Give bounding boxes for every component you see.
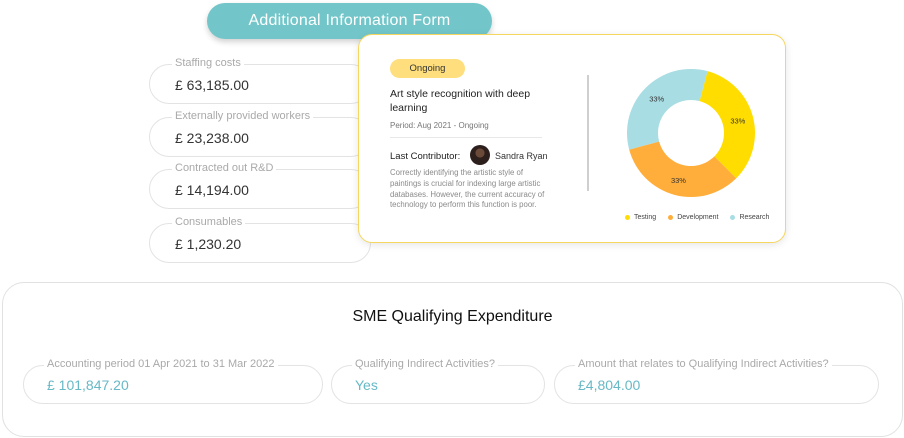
sme-title: SME Qualifying Expenditure [352, 308, 553, 325]
contracted-rd-value: £ 14,194.00 [175, 182, 249, 198]
contracted-rd-field[interactable]: Contracted out R&D £ 14,194.00 [149, 162, 371, 209]
legend-dot-icon [668, 215, 674, 220]
staffing-costs-value: £ 63,185.00 [175, 77, 249, 93]
donut-chart: 33% 33% 33% [627, 69, 755, 198]
project-card[interactable]: Ongoing Art style recognition with deep … [358, 34, 786, 243]
legend-dot-icon [730, 215, 736, 220]
avatar [470, 145, 490, 165]
consumables-field[interactable]: Consumables £ 1,230.20 [149, 216, 371, 263]
qualifying-indirect-value: Yes [355, 377, 378, 393]
card-divider [390, 137, 542, 138]
qualifying-indirect-label: Qualifying Indirect Activities? [352, 358, 499, 370]
legend-item-research: Research [730, 214, 769, 221]
legend-dot-icon [625, 215, 630, 220]
accounting-period-label: Accounting period 01 Apr 2021 to 31 Mar … [44, 358, 278, 370]
donut-label-research: 33% [649, 95, 664, 104]
consumables-label: Consumables [172, 216, 246, 228]
legend-item-testing: Testing [625, 214, 656, 221]
legend-label: Research [739, 214, 770, 221]
staffing-costs-field[interactable]: Staffing costs £ 63,185.00 [149, 57, 371, 104]
legend-item-development: Development [668, 214, 718, 221]
project-description: Correctly identifying the artistic style… [390, 168, 545, 210]
legend-label: Testing [634, 214, 657, 221]
donut-slice-research [627, 69, 708, 150]
chart-legend: Testing Development Research [625, 214, 769, 221]
donut-label-development: 33% [671, 176, 686, 185]
indirect-amount-value: £4,804.00 [578, 377, 641, 393]
status-badge: Ongoing [390, 59, 465, 78]
contributor-label: Last Contributor: [390, 151, 461, 162]
indirect-amount-label: Amount that relates to Qualifying Indire… [575, 358, 832, 370]
legend-label: Development [677, 214, 719, 221]
staffing-costs-label: Staffing costs [172, 57, 244, 69]
vertical-divider [587, 75, 589, 191]
accounting-period-field[interactable]: Accounting period 01 Apr 2021 to 31 Mar … [23, 358, 323, 404]
qualifying-indirect-field[interactable]: Qualifying Indirect Activities? Yes [331, 358, 545, 404]
contracted-rd-label: Contracted out R&D [172, 162, 277, 174]
external-workers-field[interactable]: Externally provided workers £ 23,238.00 [149, 110, 371, 157]
consumables-value: £ 1,230.20 [175, 236, 242, 252]
project-period: Period: Aug 2021 - Ongoing [390, 121, 489, 130]
accounting-period-value: £ 101,847.20 [47, 377, 129, 393]
form-title: Additional Information Form [248, 12, 451, 29]
donut-label-testing: 33% [730, 116, 745, 125]
indirect-amount-field[interactable]: Amount that relates to Qualifying Indire… [554, 358, 879, 404]
external-workers-value: £ 23,238.00 [175, 130, 249, 146]
project-title: Art style recognition with deep learning [390, 88, 531, 114]
contributor-name: Sandra Ryan [495, 151, 548, 161]
sme-panel: SME Qualifying Expenditure Accounting pe… [2, 282, 903, 437]
external-workers-label: Externally provided workers [172, 110, 314, 122]
